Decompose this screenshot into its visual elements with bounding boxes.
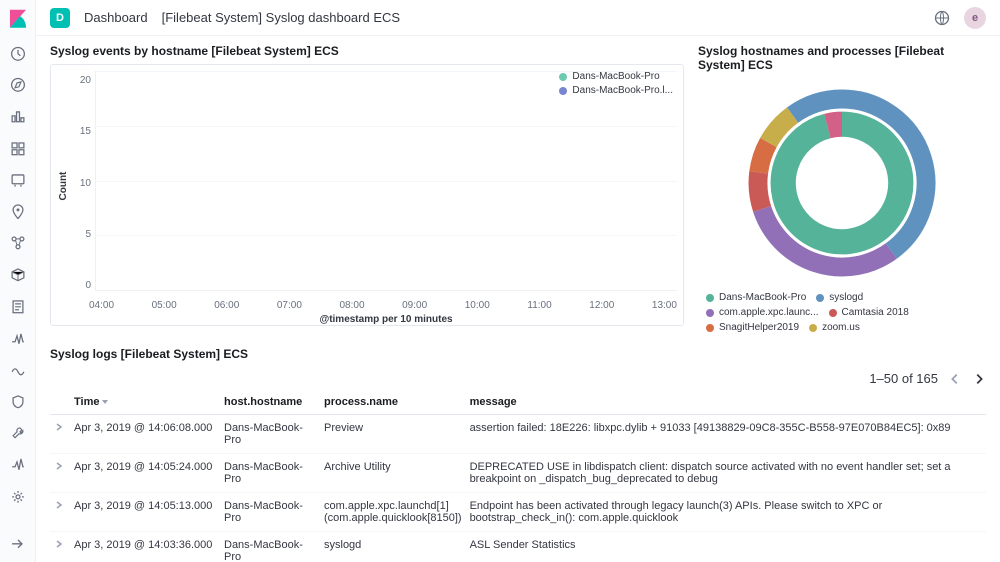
th-msg[interactable]: message bbox=[466, 390, 986, 415]
table-pager: 1–50 of 165 bbox=[50, 367, 986, 390]
management-icon[interactable] bbox=[10, 489, 26, 505]
monitoring-icon[interactable] bbox=[10, 457, 26, 473]
collapse-icon[interactable] bbox=[10, 536, 26, 552]
page-range-text: 1–50 of 165 bbox=[869, 371, 938, 386]
infrastructure-icon[interactable] bbox=[10, 267, 26, 283]
expand-row-icon[interactable] bbox=[54, 539, 64, 549]
chart-legend: Dans-MacBook-ProDans-MacBook-Pro.l... bbox=[559, 71, 673, 99]
panel-bar-chart: Syslog events by hostname [Filebeat Syst… bbox=[50, 44, 684, 337]
y-axis-label: Count bbox=[58, 172, 69, 201]
sidebar-nav bbox=[0, 0, 36, 562]
recently-viewed-icon[interactable] bbox=[10, 46, 26, 62]
dashboard-icon[interactable] bbox=[10, 141, 26, 157]
panel-donut-chart: Syslog hostnames and processes [Filebeat… bbox=[698, 44, 986, 337]
canvas-icon[interactable] bbox=[10, 172, 26, 188]
logs-icon[interactable] bbox=[10, 299, 26, 315]
apm-icon[interactable] bbox=[10, 330, 26, 346]
donut-legend: Dans-MacBook-Prosyslogdcom.apple.xpc.lau… bbox=[698, 288, 986, 337]
breadcrumb-dashboard[interactable]: Dashboard bbox=[84, 10, 148, 25]
table-row[interactable]: Apr 3, 2019 @ 14:06:08.000Dans-MacBook-P… bbox=[50, 415, 986, 454]
prev-page-icon[interactable] bbox=[948, 372, 962, 386]
panel-title: Syslog hostnames and processes [Filebeat… bbox=[698, 44, 986, 72]
next-page-icon[interactable] bbox=[972, 372, 986, 386]
expand-row-icon[interactable] bbox=[54, 461, 64, 471]
main-area: D Dashboard [Filebeat System] Syslog das… bbox=[36, 0, 1000, 562]
expand-row-icon[interactable] bbox=[54, 422, 64, 432]
topbar: D Dashboard [Filebeat System] Syslog das… bbox=[36, 0, 1000, 36]
discover-icon[interactable] bbox=[10, 77, 26, 93]
space-badge[interactable]: D bbox=[50, 8, 70, 28]
th-host[interactable]: host.hostname bbox=[220, 390, 320, 415]
table-row[interactable]: Apr 3, 2019 @ 14:03:36.000Dans-MacBook-P… bbox=[50, 532, 986, 562]
table-row[interactable]: Apr 3, 2019 @ 14:05:24.000Dans-MacBook-P… bbox=[50, 454, 986, 493]
th-time[interactable]: Time bbox=[70, 390, 220, 415]
th-proc[interactable]: process.name bbox=[320, 390, 466, 415]
uptime-icon[interactable] bbox=[10, 362, 26, 378]
siem-icon[interactable] bbox=[10, 394, 26, 410]
donut-chart[interactable] bbox=[732, 78, 952, 288]
panel-title: Syslog logs [Filebeat System] ECS bbox=[50, 347, 986, 361]
chart-plot-area[interactable] bbox=[95, 71, 677, 291]
avatar[interactable]: e bbox=[964, 7, 986, 29]
panel-table: Syslog logs [Filebeat System] ECS 1–50 o… bbox=[50, 347, 986, 562]
breadcrumb-current: [Filebeat System] Syslog dashboard ECS bbox=[162, 10, 400, 25]
x-axis-label: @timestamp per 10 minutes bbox=[89, 314, 683, 325]
newsfeed-icon[interactable] bbox=[934, 10, 950, 26]
expand-row-icon[interactable] bbox=[54, 500, 64, 510]
panel-title: Syslog events by hostname [Filebeat Syst… bbox=[50, 44, 684, 58]
syslog-table: Time host.hostname process.name message … bbox=[50, 390, 986, 562]
dashboard-content: Syslog events by hostname [Filebeat Syst… bbox=[36, 36, 1000, 562]
maps-icon[interactable] bbox=[10, 204, 26, 220]
x-axis: 04:0005:0006:0007:0008:0009:0010:0011:00… bbox=[89, 300, 677, 311]
ml-icon[interactable] bbox=[10, 235, 26, 251]
dev-tools-icon[interactable] bbox=[10, 425, 26, 441]
visualize-icon[interactable] bbox=[10, 109, 26, 125]
kibana-logo-icon[interactable] bbox=[7, 8, 29, 30]
table-row[interactable]: Apr 3, 2019 @ 14:05:13.000Dans-MacBook-P… bbox=[50, 493, 986, 532]
